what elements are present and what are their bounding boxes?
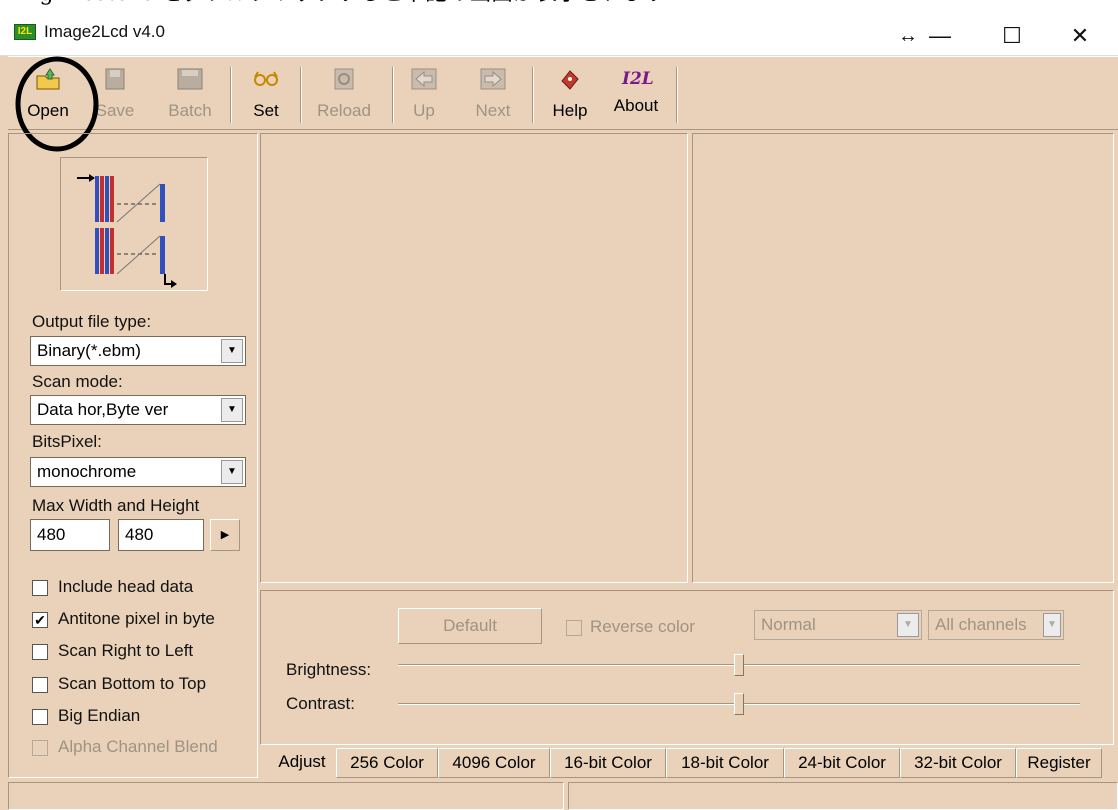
channel-value: All channels	[935, 615, 1027, 634]
antitone-checkbox[interactable]: ✔	[32, 612, 48, 628]
up-label: Up	[413, 101, 435, 120]
include-head-checkbox[interactable]	[32, 580, 48, 596]
batch-disk-icon	[177, 68, 203, 90]
toolbar-separator	[676, 67, 678, 123]
tab-16-bit-color[interactable]: 16-bit Color	[550, 748, 666, 778]
minimize-button[interactable]: —	[920, 22, 960, 52]
contrast-slider-thumb[interactable]	[734, 693, 744, 715]
scan-mode-label: Scan mode:	[32, 372, 123, 391]
scan-direction-diagram	[77, 174, 177, 288]
scan-right-left-checkbox[interactable]	[32, 644, 48, 660]
left-arrow-icon	[411, 68, 437, 90]
about-logo-icon: I2L	[622, 69, 654, 89]
output-file-type-label: Output file type:	[32, 312, 152, 331]
scan-preview	[60, 157, 208, 291]
reverse-color-checkbox[interactable]	[566, 620, 582, 636]
chevron-down-icon[interactable]: ▼	[897, 613, 919, 637]
tab-24-bit-color[interactable]: 24-bit Color	[784, 748, 900, 778]
chevron-down-icon[interactable]: ▼	[1043, 613, 1061, 637]
output-file-type-select[interactable]: Binary(*.ebm) ▼	[30, 336, 246, 366]
next-label: Next	[475, 101, 511, 120]
about-label: About	[613, 96, 659, 115]
status-pane-right	[568, 782, 1118, 810]
help-book-icon	[561, 70, 579, 90]
include-head-label: Include head data	[58, 577, 194, 596]
brightness-slider-thumb[interactable]	[734, 654, 744, 676]
save-disk-icon	[105, 68, 125, 90]
tab-256-color[interactable]: 256 Color	[336, 748, 438, 778]
reload-button[interactable]: Reload	[314, 63, 374, 127]
bits-pixel-value: monochrome	[37, 462, 137, 481]
bits-pixel-label: BitsPixel:	[32, 432, 102, 451]
output-file-type-value: Binary(*.ebm)	[37, 341, 141, 360]
tab-4096-color[interactable]: 4096 Color	[438, 748, 550, 778]
max-height-input[interactable]: 480	[118, 519, 204, 551]
reload-label: Reload	[317, 101, 371, 120]
window-title: Image2Lcd v4.0	[44, 22, 165, 41]
title-bar: I2L Image2Lcd v4.0 ↔ — ☐ ✕	[0, 8, 1118, 56]
contrast-label: Contrast:	[286, 694, 355, 713]
close-button[interactable]: ✕	[1060, 22, 1100, 52]
up-button[interactable]: Up	[404, 63, 444, 127]
toolbar-separator	[532, 67, 534, 123]
scan-bottom-top-label: Scan Bottom to Top	[58, 674, 207, 693]
set-label: Set	[253, 101, 279, 120]
alpha-blend-label: Alpha Channel Blend	[58, 737, 218, 756]
tab-adjust[interactable]: Adjust	[268, 748, 336, 778]
page-caption: Img2Lcd.exe をダブルクリックすると下記の画面が表示されます	[0, 0, 1118, 8]
reload-icon	[334, 68, 354, 90]
tab-32-bit-color[interactable]: 32-bit Color	[900, 748, 1016, 778]
help-button[interactable]: Help	[548, 63, 592, 127]
about-button[interactable]: I2L About	[608, 63, 664, 127]
set-button[interactable]: Set	[246, 63, 286, 127]
chevron-down-icon[interactable]: ▼	[221, 398, 243, 422]
source-image-view[interactable]	[260, 133, 688, 583]
chevron-down-icon[interactable]: ▼	[221, 460, 243, 484]
mode-select[interactable]: Normal ▼	[754, 610, 922, 640]
channel-select[interactable]: All channels ▼	[928, 610, 1064, 640]
apply-size-button[interactable]: ▶	[210, 519, 240, 551]
big-endian-label: Big Endian	[58, 706, 141, 725]
batch-button[interactable]: Batch	[162, 63, 218, 127]
antitone-label: Antitone pixel in byte	[58, 609, 215, 628]
next-button[interactable]: Next	[470, 63, 516, 127]
max-size-label: Max Width and Height	[32, 496, 200, 515]
chevron-down-icon[interactable]: ▼	[221, 339, 243, 363]
scan-mode-select[interactable]: Data hor,Byte ver ▼	[30, 395, 246, 425]
app-logo-icon: I2L	[14, 24, 36, 40]
mode-value: Normal	[761, 615, 816, 634]
app-window: Img2Lcd.exe をダブルクリックすると下記の画面が表示されます I2L …	[0, 0, 1118, 810]
bits-pixel-select[interactable]: monochrome ▼	[30, 457, 246, 487]
tab-register[interactable]: Register	[1016, 748, 1102, 778]
default-button[interactable]: Default	[398, 608, 542, 644]
glasses-icon	[254, 71, 278, 86]
toolbar-separator	[392, 67, 394, 123]
scan-mode-value: Data hor,Byte ver	[37, 400, 169, 419]
help-label: Help	[552, 101, 588, 120]
toolbar: Open Save Batch Set Reload Up Next Help …	[8, 56, 1118, 130]
reverse-color-label: Reverse color	[590, 617, 695, 636]
right-arrow-icon	[480, 68, 506, 90]
toolbar-separator	[300, 67, 302, 123]
toolbar-separator	[230, 67, 232, 123]
big-endian-checkbox[interactable]	[32, 709, 48, 725]
alpha-blend-checkbox[interactable]	[32, 740, 48, 756]
scan-bottom-top-checkbox[interactable]	[32, 677, 48, 693]
brightness-label: Brightness:	[286, 660, 372, 679]
maximize-button[interactable]: ☐	[992, 22, 1032, 52]
output-image-view[interactable]	[692, 133, 1114, 583]
play-arrow-icon: ▶	[220, 529, 230, 541]
batch-label: Batch	[168, 101, 212, 120]
max-width-input[interactable]: 480	[30, 519, 110, 551]
scan-right-left-label: Scan Right to Left	[58, 641, 194, 660]
tab-18-bit-color[interactable]: 18-bit Color	[666, 748, 784, 778]
status-pane-left	[8, 782, 564, 810]
